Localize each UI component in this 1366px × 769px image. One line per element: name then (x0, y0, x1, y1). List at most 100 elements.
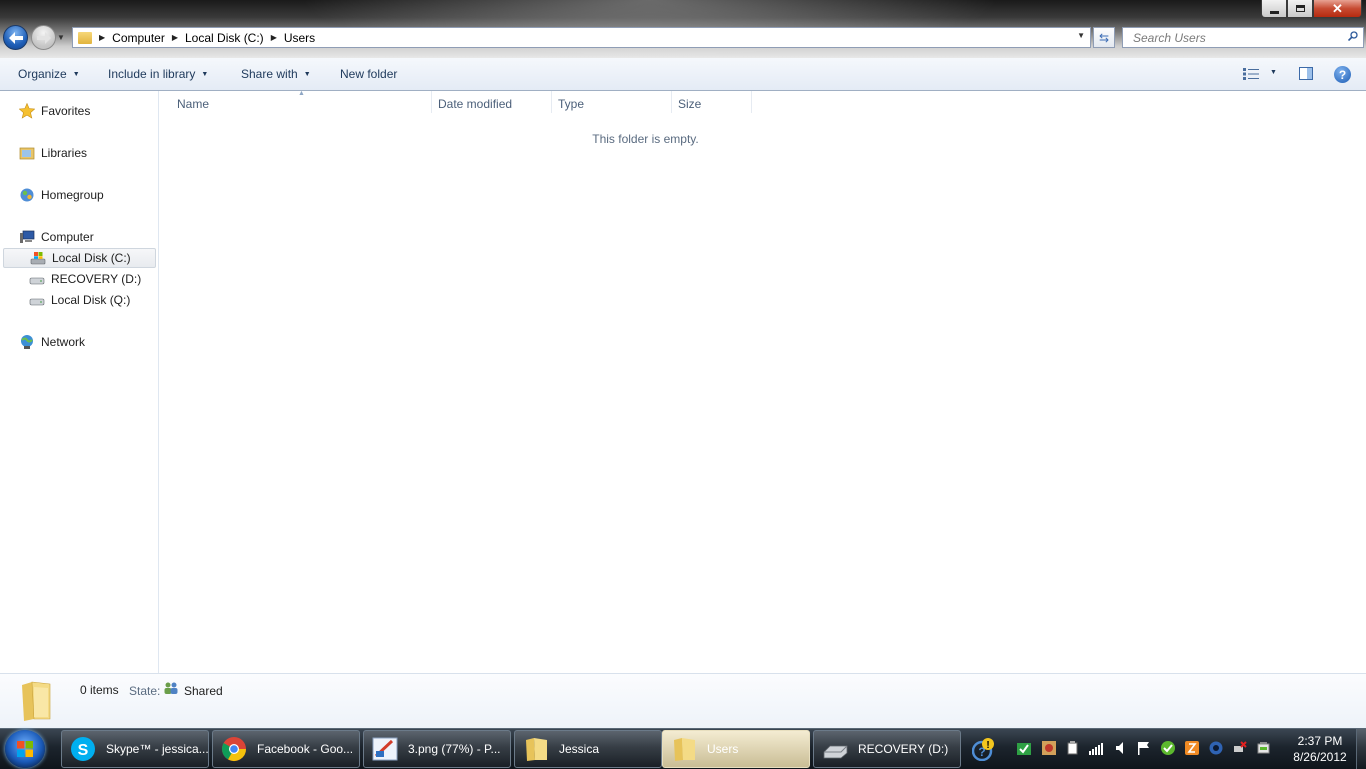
include-in-library-button[interactable]: Include in library ▼ (108, 58, 208, 90)
column-divider[interactable] (551, 91, 552, 113)
app-tray-icon[interactable] (1042, 741, 1056, 755)
new-folder-label: New folder (340, 67, 398, 81)
taskbar-label: Skype™ - jessica... (106, 742, 209, 756)
show-desktop-button[interactable] (1356, 729, 1366, 769)
safely-remove-hardware-icon[interactable] (1066, 741, 1080, 755)
column-divider[interactable] (751, 91, 752, 113)
taskbar-label: Facebook - Goo... (257, 742, 354, 756)
address-bar[interactable]: ▶ Computer ▶ Local Disk (C:) ▶ Users ▼ (72, 27, 1091, 48)
breadcrumb-computer[interactable]: Computer (112, 31, 165, 45)
nav-item-local-disk-q[interactable]: Local Disk (Q:) (29, 290, 130, 310)
search-icon[interactable] (1348, 31, 1358, 41)
preview-pane-icon[interactable] (1299, 67, 1313, 80)
nav-item-homegroup[interactable]: Homegroup (19, 185, 104, 205)
close-button[interactable]: ✕ (1313, 0, 1362, 18)
clock-date: 8/26/2012 (1293, 750, 1347, 764)
file-list[interactable]: ▲ Name Date modified Type Size This fold… (159, 90, 1366, 673)
chevron-right-icon[interactable]: ▶ (99, 33, 105, 42)
column-header-type[interactable]: Type (558, 97, 584, 112)
item-count: 0 items (80, 683, 119, 697)
action-center-warning-icon[interactable]: ?! (972, 737, 994, 761)
recent-pages-dropdown[interactable]: ▼ (57, 33, 65, 42)
network-icon (21, 335, 33, 349)
breadcrumb-users[interactable]: Users (284, 31, 315, 45)
view-options-dropdown[interactable]: ▼ (1270, 69, 1277, 76)
share-with-label: Share with (241, 67, 298, 81)
nav-item-libraries[interactable]: Libraries (19, 143, 87, 163)
folder-icon (526, 738, 547, 761)
share-with-button[interactable]: Share with ▼ (241, 58, 311, 90)
empty-folder-text: This folder is empty. (592, 132, 699, 146)
chevron-right-icon[interactable]: ▶ (271, 33, 277, 42)
taskbar-button-recovery[interactable]: RECOVERY (D:) (813, 730, 961, 768)
nav-item-recovery-d[interactable]: RECOVERY (D:) (29, 269, 141, 289)
search-box[interactable] (1122, 27, 1364, 48)
network-disconnected-icon[interactable] (1233, 741, 1247, 755)
nav-label-computer: Computer (41, 230, 94, 244)
libraries-icon (19, 147, 35, 160)
nav-label-favorites: Favorites (41, 104, 91, 118)
chevron-down-icon: ▼ (201, 70, 209, 78)
column-header-size[interactable]: Size (678, 97, 701, 112)
nav-item-computer[interactable]: Computer (19, 227, 94, 247)
restore-icon (1295, 5, 1305, 12)
drive-icon (29, 277, 45, 285)
taskbar-button-paint[interactable]: 3.png (77%) - P... (363, 730, 511, 768)
windows-logo-icon (17, 741, 33, 757)
empty-folder-message: This folder is empty. (159, 132, 1366, 146)
nav-label-recovery-d: RECOVERY (D:) (51, 272, 142, 286)
taskbar-button-skype[interactable]: S Skype™ - jessica... (61, 730, 209, 768)
homegroup-icon (20, 188, 34, 202)
nav-item-favorites[interactable]: Favorites (19, 101, 90, 121)
restore-button[interactable] (1287, 0, 1313, 18)
clock[interactable]: 2:37 PM 8/26/2012 (1280, 733, 1360, 765)
refresh-icon: ⇆ (1098, 30, 1110, 45)
security-check-icon[interactable] (1161, 741, 1175, 755)
organize-button[interactable]: Organize ▼ (18, 58, 80, 90)
antivirus-icon[interactable] (1017, 741, 1031, 755)
taskbar-button-users[interactable]: Users (662, 730, 810, 768)
chevron-right-icon[interactable]: ▶ (172, 33, 178, 42)
taskbar-label: Users (707, 742, 739, 756)
forward-button[interactable] (31, 25, 56, 50)
refresh-button[interactable]: ⇆ (1093, 27, 1115, 48)
volume-icon[interactable] (1114, 741, 1128, 755)
taskbar-button-jessica[interactable]: Jessica (514, 730, 662, 768)
nav-item-network[interactable]: Network (19, 332, 85, 352)
column-divider[interactable] (671, 91, 672, 113)
back-button[interactable] (3, 25, 28, 50)
nav-label-libraries: Libraries (41, 146, 88, 160)
nav-label-local-disk-q: Local Disk (Q:) (51, 293, 131, 307)
folder-icon (78, 31, 92, 44)
shared-users-icon (164, 682, 178, 694)
clock-time: 2:37 PM (1297, 734, 1343, 748)
breadcrumb-local-disk[interactable]: Local Disk (C:) (185, 31, 264, 45)
power-icon[interactable] (1257, 741, 1271, 755)
app-circle-tray-icon[interactable] (1209, 741, 1223, 755)
wifi-signal-icon[interactable] (1089, 741, 1103, 755)
skype-icon: S (71, 737, 95, 761)
start-button[interactable] (5, 730, 45, 768)
close-icon: ✕ (1332, 0, 1343, 16)
chevron-down-icon: ▼ (303, 70, 311, 78)
column-header-name[interactable]: Name (177, 97, 209, 112)
column-divider[interactable] (431, 91, 432, 113)
minimize-button[interactable] (1261, 0, 1287, 18)
help-icon[interactable]: ? (1334, 66, 1351, 83)
action-center-flag-icon[interactable] (1137, 741, 1151, 755)
change-view-icon[interactable] (1243, 68, 1259, 80)
column-header-date-modified[interactable]: Date modified (438, 97, 512, 112)
taskbar-label: 3.png (77%) - P... (408, 742, 501, 756)
new-folder-button[interactable]: New folder (340, 58, 397, 90)
drive-icon (823, 745, 848, 759)
folder-icon (674, 738, 695, 761)
taskbar: S Skype™ - jessica... Facebook - Goo... … (0, 728, 1366, 769)
search-input[interactable] (1131, 29, 1345, 46)
app-orange-tray-icon[interactable] (1185, 741, 1199, 755)
chevron-down-icon[interactable]: ▼ (1077, 31, 1085, 40)
forward-arrow-icon (36, 31, 51, 44)
taskbar-button-chrome[interactable]: Facebook - Goo... (212, 730, 360, 768)
include-in-library-label: Include in library (108, 67, 196, 81)
system-tray: ?! (968, 729, 1278, 769)
nav-item-local-disk-c[interactable]: Local Disk (C:) (3, 248, 156, 268)
